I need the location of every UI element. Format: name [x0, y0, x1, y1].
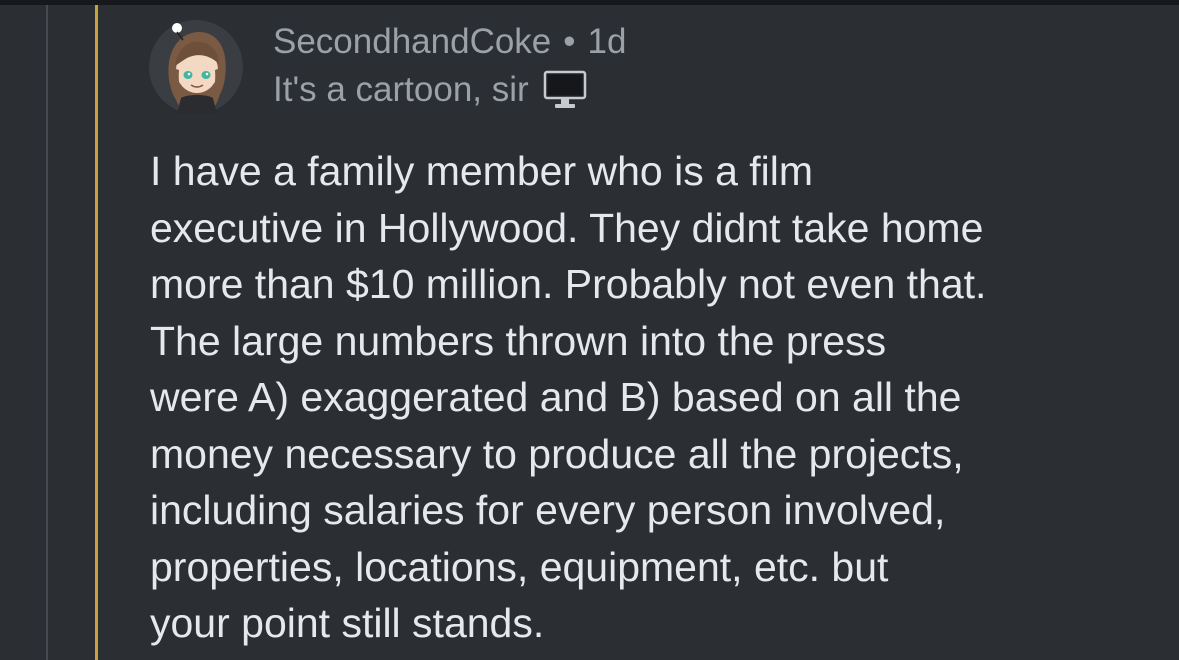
avatar-image	[149, 20, 243, 114]
comment-header: SecondhandCoke • 1d	[273, 20, 626, 64]
comment-age: 1d	[587, 22, 627, 61]
user-flair: It's a cartoon, sir	[273, 68, 587, 112]
author-name[interactable]: SecondhandCoke	[273, 22, 551, 61]
meta-separator: •	[563, 22, 576, 61]
comment-body: I have a family member who is a film exe…	[150, 148, 987, 646]
computer-monitor-icon	[543, 70, 587, 110]
avatar[interactable]	[147, 18, 245, 116]
thread-line-parent[interactable]	[46, 5, 48, 660]
top-edge	[0, 0, 1179, 5]
flair-text: It's a cartoon, sir	[273, 70, 529, 109]
thread-line-current[interactable]	[95, 5, 98, 660]
